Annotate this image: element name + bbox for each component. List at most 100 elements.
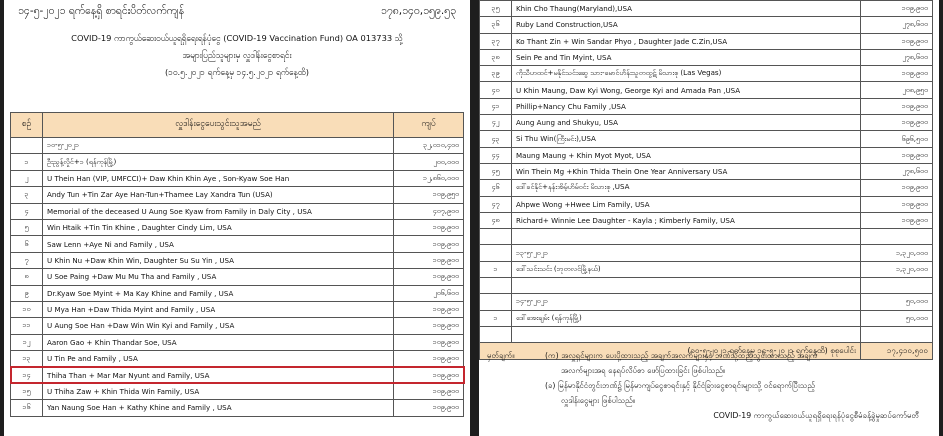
row-number: ၄၆ (479, 179, 512, 197)
table-row: ၁၃ U Tin Pe and Family , USA ၁၀၉,၉၀၀ (10, 350, 464, 368)
row-number: ၁၂ (10, 333, 43, 352)
row-amount: ၂၀၆,၆၀၀ (393, 284, 464, 302)
row-number: ၉ (10, 284, 43, 302)
row-number (479, 244, 512, 262)
table-row: ၁၆ Yan Naung Soe Han + Kathy Khine and Fa… (10, 399, 464, 417)
row-name: ၁၄-၅-၂၀၂၁ (511, 293, 861, 311)
table-row: ၃၆ Ruby Land Construction,USA ၂၇၈,၆၀၀ (479, 16, 933, 34)
row-name: ဒေါ်ခင်နိုင်+နန်းအိမ့်ဟိမ်ဝင်း မိသားစု ,… (511, 179, 861, 197)
row-amount: ၁၀၉,၉၀၀ (393, 350, 464, 368)
row-name: Dr.Kyaw Soe Myint + Ma Kay Khine and Fam… (42, 284, 394, 302)
row-number: ၁၃ (10, 350, 43, 368)
row-number: ၄၃ (479, 130, 512, 148)
note-1: (က) အလှူရှင်များက ပေးပို့ထားသည့် အချက်အလ… (545, 351, 818, 360)
note-2: (ခ) မြန်မာနိုင်ငံတွင်းဘဏ်၌ မြန်မာကျပ်ငွေ… (545, 381, 815, 390)
table-row: ၁ဦးညွန့်လှိုင်+၁ (ရန်ကုန်မြို့) ၂၀၀,၀၀၀ (10, 153, 464, 171)
table-row: ၁၀-၅-၂၀၂၁ ၃၂,၀၁၀,၄၀၀ (10, 136, 464, 155)
row-name: U Soe Paing +Daw Mu Mu Tha and Family , … (42, 268, 394, 286)
table-row: ၄၁ Phillip+Nancy Chu Family ,USA ၁၀၉,၉၀၀ (479, 97, 933, 116)
row-amount: ၁၂,၈၆၀,၀၀၀ (393, 169, 464, 188)
row-amount: ၁၀၉,၉၀၀ (393, 235, 464, 253)
row-amount: ၂၇၈,၆၀၀ (860, 48, 933, 67)
row-amount: ၁၀၉,၉၀၀ (393, 251, 464, 270)
row-amount: ၁၀၉,၉၀၀ (860, 195, 933, 213)
date-line: ၁၄-၅-၂၀၂၁ ရက်နေ့ရှိ စာရင်းပိတ်လက်ကျန် (18, 4, 185, 17)
blank-row (479, 277, 933, 295)
row-name: ၁၃-၅-၂၀၂၁ (511, 244, 861, 262)
donation-table-left: စဉ် လှူဒါန်းငွေပေးသွင်းသူအမည် ကျပ် ၁၀-၅-… (9, 112, 465, 417)
table-row: ၆ Saw Lenn +Aye Ni and Family , USA ၁၀၉,၉၀… (10, 235, 464, 253)
blank-row (479, 325, 933, 344)
row-name: U Aung Soe Han +Daw Win Win Kyi and Fami… (42, 317, 394, 335)
row-number: ၁ (10, 153, 43, 171)
table-row: ၄၂ Aung Aung and Shukyu, USA ၁၀၉,၉၀၀ (479, 114, 933, 132)
title-line-2: အများပြည်သူများမှ လှူဒါန်းငွေစာရင်း (182, 50, 292, 60)
row-name: U Mya Han +Daw Thida Myint and Family , … (42, 300, 394, 319)
table-row: ၅ Win Htaik +Tin Tin Khine , Daughter Cin… (10, 218, 464, 237)
table-row: ၄၆ ဒေါ်ခင်နိုင်+နန်းအိမ့်ဟိမ်ဝင်း မိသားစု… (479, 179, 933, 197)
row-number: ၁၄ (10, 366, 43, 384)
row-name: ဒေါ်သင်းသင်း (ဘုတလင်မြို့နယ်) (511, 260, 861, 279)
row-amount: ၁၀၉,၉၀၀ (393, 218, 464, 237)
row-amount: ၁၀၉,၉၀၀ (393, 300, 464, 319)
row-amount: ၆၉၆,၅၀၀ (860, 130, 933, 148)
row-number: ၇ (10, 251, 43, 270)
table-row: ၁ဒေါ်သင်းသင်း (ဘုတလင်မြို့နယ်) ၁,၃၂၀,၀၀၀ (479, 260, 933, 279)
table-row-highlighted: ၁၄ Thiha Than + Mar Mar Nyunt and Family,… (9, 365, 465, 385)
row-amount: ၁၀၉,၉၀၀ (860, 0, 933, 18)
row-amount: ၁၀၉,၉၀၀ (393, 333, 464, 352)
row-name: U Khin Nu +Daw Khin Win, Daughter Su Su … (42, 251, 394, 270)
row-amount: ၁၀၉,၉၀၀ (393, 382, 464, 401)
row-name: Ruby Land Construction,USA (511, 16, 861, 34)
blank-row (479, 228, 933, 246)
row-name: Memorial of the deceased U Aung Soe Kyaw… (42, 202, 394, 220)
row-name: Maung Maung + Khin Myot Myot, USA (511, 146, 861, 164)
row-number: ၃၅ (479, 0, 512, 18)
row-name: Aung Aung and Shukyu, USA (511, 114, 861, 132)
table-row: ၂U Thein Han (VIP, UMFCCI)+ Daw Khin Khi… (10, 169, 464, 188)
row-name: Ko Thant Zin + Win Sandar Phyo , Daughte… (511, 32, 861, 50)
row-name: U Thein Han (VIP, UMFCCI)+ Daw Khin Khin… (42, 169, 394, 188)
header-name: လှူဒါန်းငွေပေးသွင်းသူအမည် (42, 112, 394, 138)
note-1-cont: အလက်များအရ နေရပ်လိပ်စာ ဖော်ပြထားခြင်း ဖြ… (561, 366, 726, 375)
row-number: ၅ (10, 218, 43, 237)
row-name: Aaron Gao + Khin Thandar Soe, USA (42, 333, 394, 352)
row-amount: ၃၂,၀၁၀,၄၀၀ (393, 136, 464, 155)
table-row: ၁၀ U Mya Han +Daw Thida Myint and Family … (10, 300, 464, 319)
row-amount: ၁၀၉,၉၅၀ (393, 186, 464, 204)
row-name: Ahpwe Wong +Hwee Lim Family, USA (511, 195, 861, 213)
row-amount: ၅၀,၀၀၀ (860, 309, 933, 327)
row-name: ဒေါ်အေးချမ်း (ရန်ကုန်မြို့) (511, 309, 861, 327)
table-row: ၄၄ Maung Maung + Khin Myot Myot, USA ၁၀၉,၉… (479, 146, 933, 164)
row-number: ၃၇ (479, 32, 512, 50)
row-number (479, 293, 512, 311)
row-name: Richard+ Winnie Lee Daughter - Kayla ; K… (511, 211, 861, 230)
row-name: Phillip+Nancy Chu Family ,USA (511, 97, 861, 116)
row-amount: ၁၀၉,၉၀၀ (860, 114, 933, 132)
title-line-3: (၁၀.၅.၂၀၂၁ ရက်နေ့မှ ၁၄.၅.၂၀၂၁ ရက်နေ့ထိ) (164, 67, 310, 77)
row-amount: ၁,၃၂၀,၀၀၀ (860, 260, 933, 279)
table-row: ၁၁ U Aung Soe Han +Daw Win Win Kyi and Fa… (10, 317, 464, 335)
row-amount: ၁၀၉,၉၀၀ (393, 268, 464, 286)
table-row: ၄၅ Win Thein Mg +Khin Thida Thein One Yea… (479, 162, 933, 181)
row-amount: ၁၀၉,၉၀၀ (860, 97, 933, 116)
document-title: COVID-19 ကာကွယ်ဆေးဝယ်ယူရရှိရေးရန်ပုံငွေ … (4, 30, 470, 81)
row-amount: ၁၀၉,၉၀၀ (393, 399, 464, 417)
row-number: ၄၅ (479, 162, 512, 181)
row-amount: ၁၀၉,၉၀၀ (860, 211, 933, 230)
row-number: ၄၀ (479, 81, 512, 99)
row-amount: ၁၀၉,၉၀၀ (860, 179, 933, 197)
row-name: Win Thein Mg +Khin Thida Thein One Year … (511, 162, 861, 181)
row-name: Win Htaik +Tin Tin Khine , Daughter Cind… (42, 218, 394, 237)
row-name: ၁၀-၅-၂၀၂၁ (42, 136, 394, 155)
row-number: ၃၆ (479, 16, 512, 34)
note-label: မှတ်ချက်။ (487, 351, 515, 360)
table-row: ၄၇ Ahpwe Wong +Hwee Lim Family, USA ၁၀၉,၉၀… (479, 195, 933, 213)
table-row: ၄၃ Si Thu Win(ကြီးမင်း),USA ၆၉၆,၅၀၀ (479, 130, 933, 148)
title-line-1: COVID-19 ကာကွယ်ဆေးဝယ်ယူရရှိရေးရန်ပုံငွေ … (71, 33, 403, 43)
row-number: ၃၈ (479, 48, 512, 67)
row-name: Sein Pe and Tin Myint, USA (511, 48, 861, 67)
table-row: ၈U Soe Paing +Daw Mu Mu Tha and Family ,… (10, 268, 464, 286)
row-amount: ၁၀၉,၉၀၀ (860, 146, 933, 164)
row-amount: ၂၇၈,၆၀၀ (860, 162, 933, 181)
